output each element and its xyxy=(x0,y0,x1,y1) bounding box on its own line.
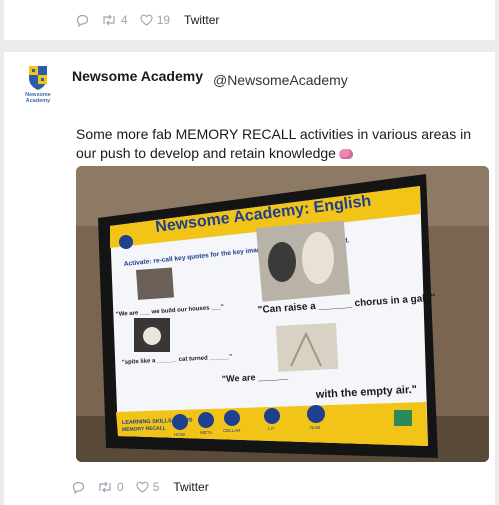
reply-button[interactable] xyxy=(76,14,89,27)
reply-icon xyxy=(72,481,85,494)
like-count: 19 xyxy=(156,13,171,27)
reply-icon xyxy=(76,14,89,27)
like-count: 5 xyxy=(152,480,160,494)
tweet-photo[interactable]: Newsome Academy: English Activate: re-ca… xyxy=(76,166,489,462)
skill-circle-lit xyxy=(264,408,280,424)
slide-image-wave xyxy=(276,322,339,372)
skill-label-meta: META xyxy=(200,430,212,435)
avatar[interactable]: Newsome Academy xyxy=(18,64,58,112)
skill-label-lit: LIT xyxy=(268,426,275,431)
tweet-header: Newsome Academy @NewsomeAcademy xyxy=(72,68,348,88)
skill-circle-cellar xyxy=(224,410,240,426)
source-link[interactable]: Twitter xyxy=(173,480,208,494)
skill-label-cellar: CELLAR xyxy=(223,428,241,433)
user-handle[interactable]: @NewsomeAcademy xyxy=(213,72,348,88)
like-button[interactable]: 5 xyxy=(136,480,160,494)
retweet-button[interactable]: 0 xyxy=(97,480,124,494)
tweet-actions: 0 5 Twitter xyxy=(72,480,209,494)
retweet-count: 4 xyxy=(121,13,128,27)
heart-icon xyxy=(140,14,153,26)
brain-emoji-icon xyxy=(338,149,353,160)
skill-label-how: HOW xyxy=(174,432,186,437)
slide-building-icon xyxy=(394,410,412,426)
source-link[interactable]: Twitter xyxy=(184,13,219,27)
tweet-text: Some more fab MEMORY RECALL activities i… xyxy=(76,125,486,163)
avatar-caption: Newsome Academy xyxy=(25,92,51,104)
school-crest-icon xyxy=(29,66,47,90)
like-button[interactable]: 19 xyxy=(140,13,170,27)
heart-icon xyxy=(136,481,149,493)
retweet-icon xyxy=(103,14,115,26)
retweet-count: 0 xyxy=(117,480,124,494)
skill-circle-meta xyxy=(198,412,214,428)
slide-logo-icon xyxy=(119,235,133,249)
retweet-button[interactable]: 4 xyxy=(101,13,128,27)
previous-tweet-actions: 4 19 Twitter xyxy=(76,13,219,27)
display-name[interactable]: Newsome Academy xyxy=(72,68,203,84)
tweet-card: Newsome Academy Newsome Academy @Newsome… xyxy=(4,52,495,505)
slide-image-cottage xyxy=(136,267,175,300)
tweet-body: Some more fab MEMORY RECALL activities i… xyxy=(76,126,472,161)
skill-circle-num xyxy=(307,405,325,423)
retweet-icon xyxy=(99,481,111,493)
reply-button[interactable] xyxy=(72,481,85,494)
skill-label-num: NUM xyxy=(310,425,320,430)
classroom-screen-photo: Newsome Academy: English Activate: re-ca… xyxy=(76,166,489,462)
skill-circle-how xyxy=(172,414,188,430)
previous-tweet-card: 4 19 Twitter xyxy=(4,0,495,40)
